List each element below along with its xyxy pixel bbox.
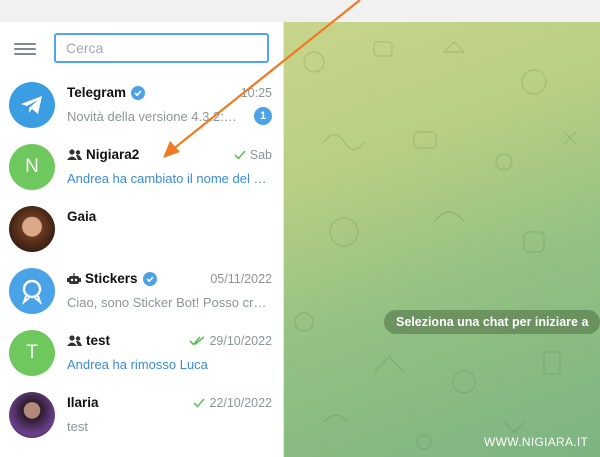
chat-name: test bbox=[67, 333, 110, 348]
chat-time: 29/10/2022 bbox=[189, 334, 272, 348]
verified-icon bbox=[142, 271, 157, 286]
sticker-bot-avatar-icon bbox=[9, 268, 55, 314]
bot-icon bbox=[67, 272, 81, 285]
chat-name: Stickers bbox=[67, 271, 157, 286]
avatar: T bbox=[9, 330, 55, 376]
group-icon bbox=[67, 149, 82, 160]
chat-item-nigiara2[interactable]: N Nigiara2 Sab Andrea ha cambiato il nom… bbox=[0, 136, 283, 198]
telegram-avatar-icon bbox=[9, 82, 55, 128]
search-input[interactable] bbox=[54, 33, 269, 63]
chat-item-telegram[interactable]: Telegram 10:25 Novità della versione 4.3… bbox=[0, 74, 283, 136]
read-check-icon bbox=[234, 150, 246, 160]
hamburger-menu-icon[interactable] bbox=[14, 40, 36, 58]
chat-item-ilaria[interactable]: Ilaria 22/10/2022 test bbox=[0, 384, 283, 446]
chat-name: Nigiara2 bbox=[67, 147, 139, 162]
chat-name: Telegram bbox=[67, 85, 146, 100]
window-top-strip bbox=[0, 0, 600, 22]
select-chat-hint: Seleziona una chat per iniziare a bbox=[384, 310, 600, 334]
verified-icon bbox=[131, 85, 146, 100]
chat-background-panel: Seleziona una chat per iniziare a WWW.NI… bbox=[284, 22, 600, 457]
read-check-icon bbox=[193, 398, 206, 408]
chat-time: Sab bbox=[234, 148, 272, 162]
chat-item-gaia[interactable]: Gaia bbox=[0, 198, 283, 260]
doodle-pattern bbox=[294, 41, 577, 450]
chat-time: 10:25 bbox=[240, 86, 272, 100]
chat-preview: Andrea ha cambiato il nome del … bbox=[67, 171, 267, 186]
chat-item-test[interactable]: T test 29/10/2022 Andrea ha rimosso Luca bbox=[0, 322, 283, 384]
chat-preview: Novità della versione 4.3.2: - … bbox=[67, 109, 237, 124]
unread-badge: 1 bbox=[254, 107, 272, 125]
chat-list-sidebar: Telegram 10:25 Novità della versione 4.3… bbox=[0, 22, 284, 457]
avatar-letter: N bbox=[25, 156, 39, 177]
chat-preview: test bbox=[67, 419, 88, 434]
chat-time: 05/11/2022 bbox=[210, 272, 272, 286]
avatar-letter: T bbox=[26, 342, 38, 363]
chat-time: 22/10/2022 bbox=[193, 396, 272, 410]
avatar: N bbox=[9, 144, 55, 190]
chat-preview: Ciao, sono Sticker Bot! Posso cre… bbox=[67, 295, 267, 310]
chat-name: Ilaria bbox=[67, 395, 99, 410]
chat-name: Gaia bbox=[67, 209, 97, 224]
chat-preview: Andrea ha rimosso Luca bbox=[67, 357, 208, 372]
group-icon bbox=[67, 335, 82, 346]
avatar-photo bbox=[9, 392, 55, 438]
chat-item-stickers[interactable]: Stickers 05/11/2022 Ciao, sono Sticker B… bbox=[0, 260, 283, 322]
watermark: WWW.NIGIARA.IT bbox=[484, 435, 589, 449]
double-check-icon bbox=[189, 336, 205, 346]
avatar-photo bbox=[9, 206, 55, 252]
